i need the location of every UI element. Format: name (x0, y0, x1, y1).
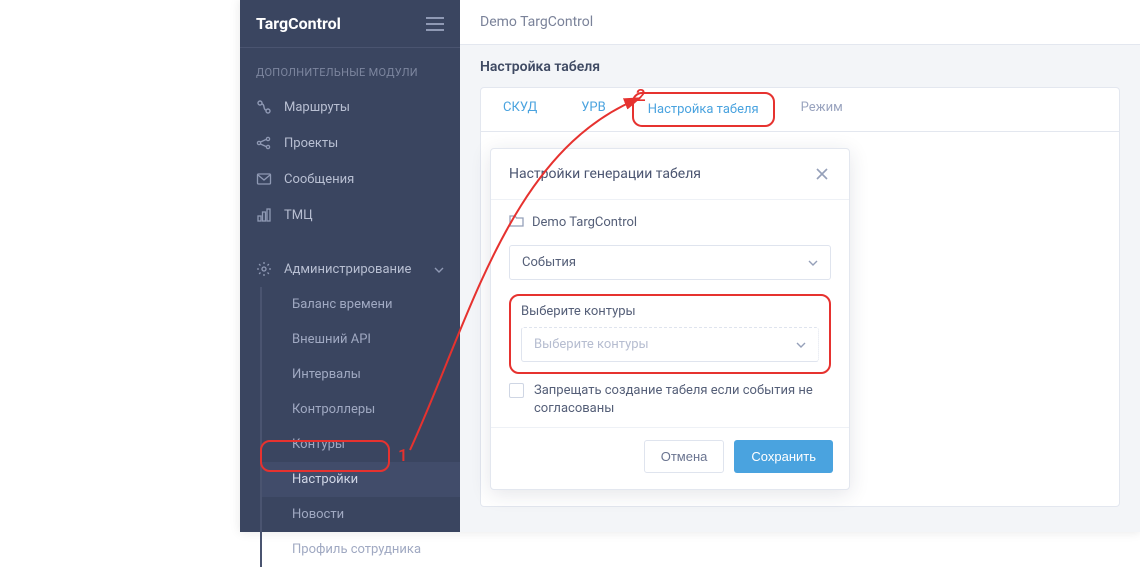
sub-item-balance[interactable]: Баланс времени (262, 287, 460, 322)
forbid-checkbox[interactable] (509, 383, 524, 398)
folder-row: Demo TargControl (509, 214, 831, 231)
messages-icon (256, 171, 272, 187)
sub-item-label: Новости (292, 507, 344, 522)
sub-item-label: Контуры (292, 437, 345, 452)
tab-mode[interactable]: Режим (779, 88, 865, 131)
nav-item-projects[interactable]: Проекты (240, 125, 460, 161)
cancel-button[interactable]: Отмена (644, 440, 725, 473)
sub-item-news[interactable]: Новости (262, 497, 460, 532)
tab-skud[interactable]: СКУД (481, 88, 559, 131)
sub-item-label: Баланс времени (292, 297, 393, 312)
nav-item-label: Проекты (284, 136, 338, 151)
tmc-icon (256, 207, 272, 223)
sub-item-label: Профиль сотрудника (292, 542, 421, 557)
tab-urv[interactable]: УРВ (559, 88, 627, 131)
topbar: Demo TargControl (460, 0, 1140, 45)
sub-item-intervals[interactable]: Интервалы (262, 357, 460, 392)
chevron-down-icon (434, 262, 444, 277)
sub-item-label: Настройки (292, 472, 358, 487)
forbid-checkbox-row: Запрещать создание табеля если события н… (509, 382, 831, 417)
sidebar: TargControl ДОПОЛНИТЕЛЬНЫЕ МОДУЛИ Маршру… (240, 0, 460, 532)
sub-item-contours[interactable]: Контуры (262, 427, 460, 462)
sub-item-controllers[interactable]: Контроллеры (262, 392, 460, 427)
sub-item-label: Интервалы (292, 367, 361, 382)
projects-icon (256, 135, 272, 151)
sub-item-label: Внешний API (292, 332, 371, 347)
chevron-down-icon (808, 255, 818, 270)
select-value: События (522, 255, 576, 270)
tab-label: УРВ (581, 100, 605, 115)
folder-icon (509, 214, 524, 231)
page-title: Настройка табеля (480, 59, 1120, 75)
nav-list: Маршруты Проекты Сообщения ТМЦ Администр… (240, 89, 460, 287)
sidebar-header: TargControl (240, 0, 460, 48)
tabs: СКУД УРВ Настройка табеля Режим (481, 88, 1119, 132)
modal-body: Demo TargControl События Выберите контур… (491, 200, 849, 427)
modal-footer: Отмена Сохранить (491, 427, 849, 489)
contours-select[interactable]: Выберите контуры (521, 327, 819, 362)
select-placeholder: Выберите контуры (534, 337, 649, 352)
checkbox-label: Запрещать создание табеля если события н… (534, 382, 831, 417)
admin-sub-list: Баланс времени Внешний API Интервалы Кон… (260, 287, 460, 567)
hamburger-icon[interactable] (426, 17, 444, 31)
routes-icon (256, 99, 272, 115)
folder-name: Demo TargControl (532, 215, 637, 230)
org-name: Demo TargControl (480, 14, 593, 30)
events-select[interactable]: События (509, 245, 831, 280)
chevron-down-icon (796, 337, 806, 352)
nav-item-label: Администрирование (284, 262, 411, 277)
gear-icon (256, 261, 272, 277)
modal-title: Настройки генерации табеля (509, 166, 701, 182)
contours-group: Выберите контуры Выберите контуры (509, 294, 831, 374)
nav-item-routes[interactable]: Маршруты (240, 89, 460, 125)
contours-label: Выберите контуры (521, 304, 819, 319)
nav-item-label: Сообщения (284, 172, 354, 187)
button-label: Сохранить (751, 449, 816, 464)
settings-modal: Настройки генерации табеля Demo TargCont… (490, 148, 850, 490)
sub-item-api[interactable]: Внешний API (262, 322, 460, 357)
nav-item-tmc[interactable]: ТМЦ (240, 197, 460, 233)
sub-item-settings[interactable]: Настройки (262, 462, 460, 497)
close-button[interactable] (813, 165, 831, 183)
button-label: Отмена (661, 449, 708, 464)
app-logo: TargControl (256, 14, 341, 33)
nav-item-label: Маршруты (284, 100, 350, 115)
nav-item-label: ТМЦ (284, 208, 313, 223)
sub-item-profile[interactable]: Профиль сотрудника (262, 532, 460, 567)
tab-table-settings[interactable]: Настройка табеля (632, 92, 775, 127)
save-button[interactable]: Сохранить (734, 440, 833, 473)
tab-label: Настройка табеля (648, 102, 759, 117)
sub-item-label: Контроллеры (292, 402, 375, 417)
nav-item-admin[interactable]: Администрирование (240, 251, 460, 287)
modal-header: Настройки генерации табеля (491, 149, 849, 200)
sidebar-section-title: ДОПОЛНИТЕЛЬНЫЕ МОДУЛИ (240, 48, 460, 89)
tab-label: Режим (801, 100, 843, 115)
nav-item-messages[interactable]: Сообщения (240, 161, 460, 197)
tab-label: СКУД (503, 100, 537, 115)
